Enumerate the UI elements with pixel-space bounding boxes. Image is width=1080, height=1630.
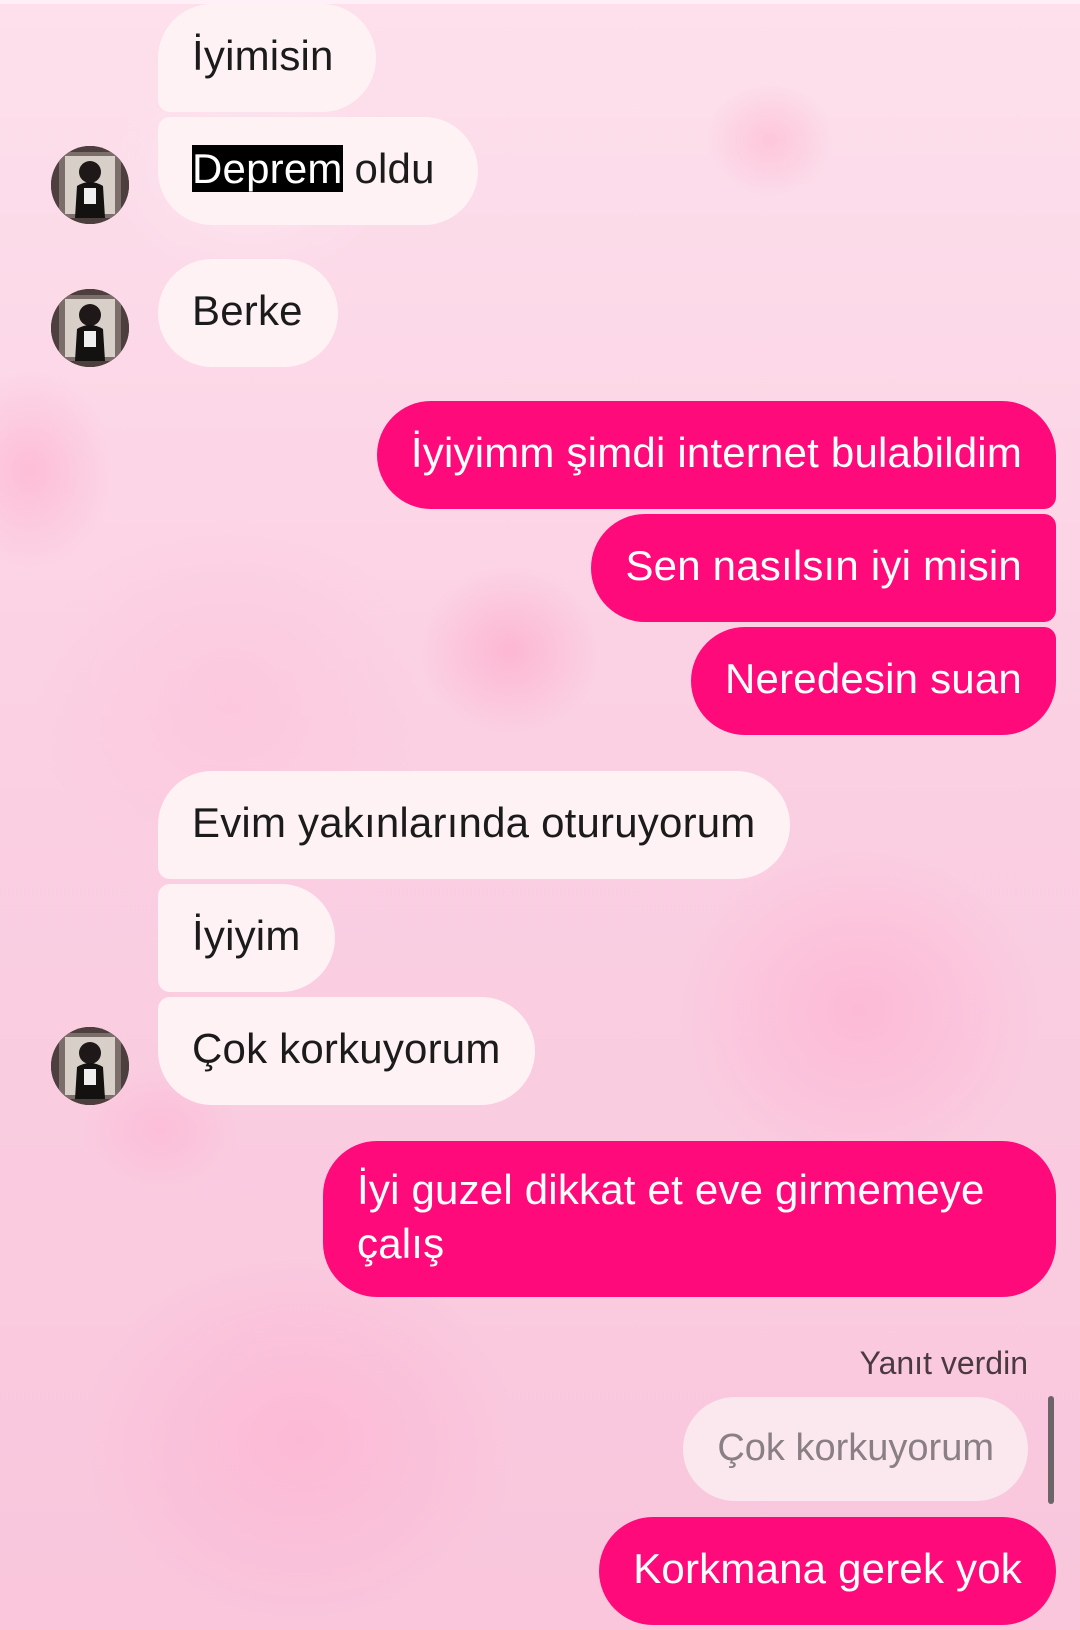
message-text: İyi guzel dikkat et eve girmemeye çalış <box>357 1166 985 1267</box>
message-text: Berke <box>192 287 303 334</box>
incoming-message-bubble[interactable]: Çok korkuyorum <box>158 997 535 1105</box>
outgoing-message-bubble[interactable]: Korkmana gerek yok <box>599 1517 1056 1625</box>
message-text: İyiyimm şimdi internet bulabildim <box>410 429 1022 476</box>
incoming-message-bubble[interactable]: İyimisin <box>158 4 376 112</box>
message-text: Neredesin suan <box>725 655 1022 702</box>
profile-photo-avatar-icon <box>51 289 129 367</box>
contact-avatar[interactable] <box>51 1027 129 1105</box>
reply-label: Yanıt verdin <box>859 1345 1028 1381</box>
incoming-message-bubble[interactable]: Evim yakınlarında oturuyorum <box>158 771 790 879</box>
outgoing-message-bubble[interactable]: İyiyimm şimdi internet bulabildim <box>376 401 1056 509</box>
incoming-message-bubble[interactable]: İyiyim <box>158 884 335 992</box>
incoming-message-bubble[interactable]: Deprem oldu <box>158 117 478 225</box>
selected-text-highlight: Deprem <box>192 145 343 192</box>
chat-thread[interactable]: İyimisin Deprem oldu Berke İyiyimm şimdi… <box>0 0 1080 1630</box>
message-text: Sen nasılsın iyi misin <box>625 542 1022 589</box>
outgoing-message-bubble[interactable]: Sen nasılsın iyi misin <box>591 514 1056 622</box>
quoted-reply-bubble[interactable]: Çok korkuyorum <box>683 1397 1028 1501</box>
profile-photo-avatar-icon <box>51 146 129 224</box>
message-text: İyiyim <box>192 912 301 959</box>
reply-indicator-bar <box>1048 1396 1054 1504</box>
top-edge <box>0 0 1080 4</box>
message-text: Korkmana gerek yok <box>633 1545 1022 1592</box>
outgoing-message-bubble[interactable]: Neredesin suan <box>691 627 1056 735</box>
contact-avatar[interactable] <box>51 289 129 367</box>
profile-photo-avatar-icon <box>51 1027 129 1105</box>
quoted-text: Çok korkuyorum <box>717 1427 994 1469</box>
incoming-message-bubble[interactable]: Berke <box>158 259 338 367</box>
message-text: İyimisin <box>192 32 334 79</box>
message-text: oldu <box>342 145 435 192</box>
contact-avatar[interactable] <box>51 146 129 224</box>
message-text: Çok korkuyorum <box>192 1025 501 1072</box>
outgoing-message-bubble[interactable]: İyi guzel dikkat et eve girmemeye çalış <box>323 1141 1056 1297</box>
message-text: Evim yakınlarında oturuyorum <box>192 799 756 846</box>
